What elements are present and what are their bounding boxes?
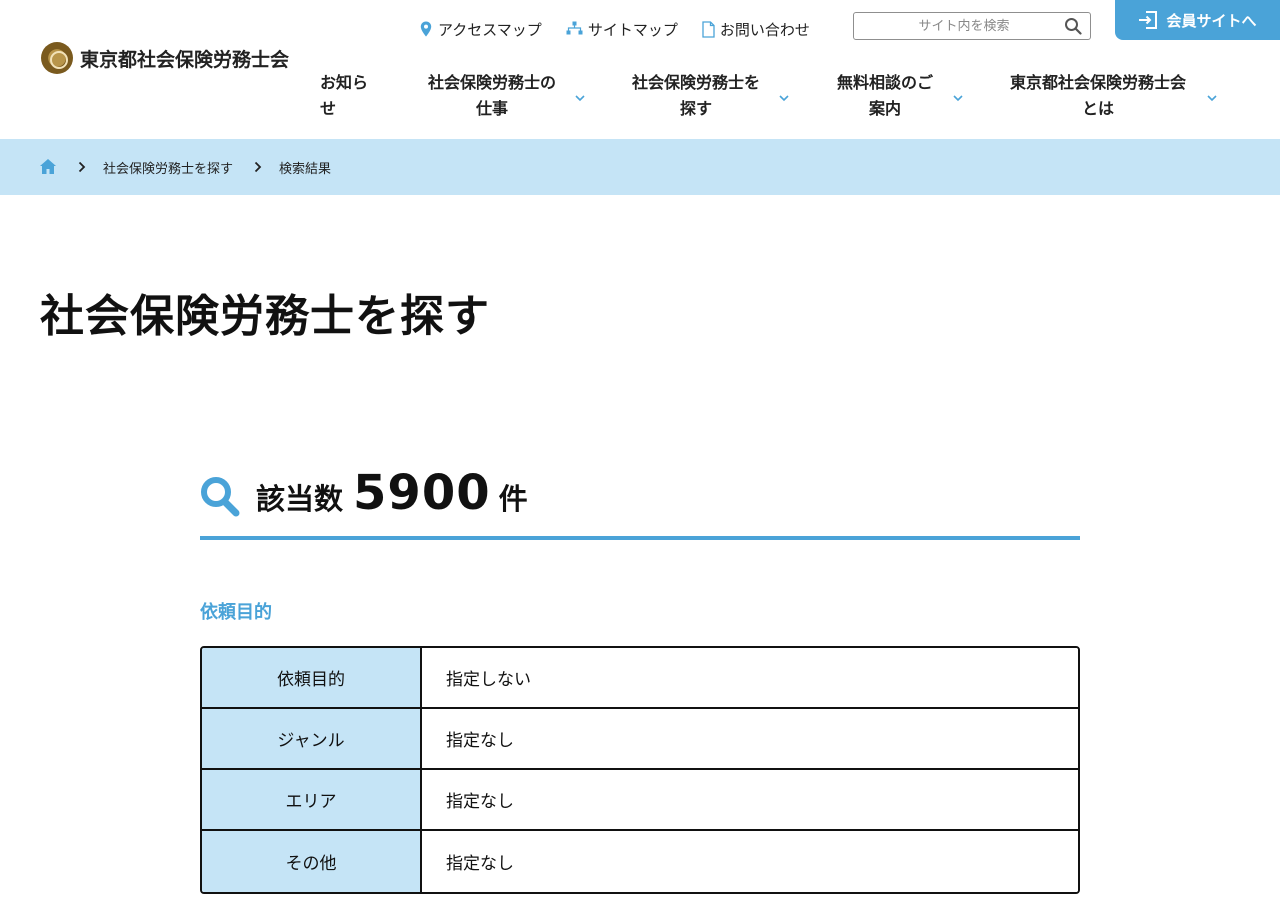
result-count-label: 該当数 xyxy=(256,482,344,516)
emblem-icon xyxy=(41,42,73,74)
table-row: エリア 指定なし xyxy=(202,770,1078,831)
nav-item-work-line2: 仕事 xyxy=(475,99,508,118)
nav-item-news[interactable]: お知ら せ xyxy=(320,70,380,122)
page-title: 社会保険労務士を探す xyxy=(40,291,490,342)
nav-item-find-line1: 社会保険労務士を xyxy=(631,73,760,92)
site-logo-text: 東京都社会保険労務士会 xyxy=(80,48,290,71)
nav-item-consultation-line1: 無料相談のご xyxy=(836,73,933,92)
nav-item-about[interactable]: 東京都社会保険労務士会 とは xyxy=(996,70,1217,122)
result-count-value: 5900 xyxy=(353,465,491,521)
search-conditions-table: 依頼目的 指定しない ジャンル 指定なし エリア 指定なし その他 指定なし xyxy=(200,646,1080,894)
search-icon[interactable] xyxy=(1064,17,1082,35)
chevron-right-icon xyxy=(253,161,263,173)
site-logo[interactable]: 東京都社会保険労務士会 xyxy=(41,42,289,74)
contact-label: お問い合わせ xyxy=(719,20,810,39)
result-count-section: 該当数 5900 件 xyxy=(200,465,1080,540)
member-site-label: 会員サイトへ xyxy=(1166,11,1257,30)
condition-value: 指定なし xyxy=(422,831,1078,892)
member-site-button[interactable]: 会員サイトへ xyxy=(1115,0,1280,40)
utility-nav: アクセスマップ サイトマップ お問い合わせ xyxy=(420,16,834,42)
table-row: 依頼目的 指定しない xyxy=(202,648,1078,709)
sitemap-label: サイトマップ xyxy=(587,20,678,39)
breadcrumb-find-link[interactable]: 社会保険労務士を探す xyxy=(103,158,233,177)
result-count-header: 該当数 5900 件 xyxy=(200,465,1080,540)
condition-key: その他 xyxy=(202,831,422,892)
nav-item-work-line1: 社会保険労務士の xyxy=(427,73,556,92)
condition-value: 指定なし xyxy=(422,770,1078,831)
nav-item-about-line2: とは xyxy=(1081,99,1114,118)
access-map-label: アクセスマップ xyxy=(438,20,542,39)
nav-item-find[interactable]: 社会保険労務士を 探す xyxy=(622,70,789,122)
conditions-section-title: 依頼目的 xyxy=(200,602,272,623)
condition-value: 指定しない xyxy=(422,648,1078,709)
breadcrumb-current: 検索結果 xyxy=(279,161,332,177)
nav-item-find-line2: 探す xyxy=(679,99,712,118)
nav-item-work[interactable]: 社会保険労務士の 仕事 xyxy=(418,70,585,122)
chevron-down-icon xyxy=(1206,86,1218,102)
site-search xyxy=(853,12,1091,40)
site-header: 東京都社会保険労務士会 アクセスマップ サイトマップ お問い合わせ サイト内を検… xyxy=(0,0,1280,139)
nav-item-about-line1: 東京都社会保険労務士会 xyxy=(1009,73,1186,92)
contact-link[interactable]: お問い合わせ xyxy=(702,19,810,40)
document-icon xyxy=(702,21,716,38)
chevron-down-icon xyxy=(952,86,964,102)
condition-key: エリア xyxy=(202,770,422,831)
condition-key: ジャンル xyxy=(202,709,422,770)
table-row: ジャンル 指定なし xyxy=(202,709,1078,770)
access-map-link[interactable]: アクセスマップ xyxy=(420,19,542,40)
nav-item-consultation[interactable]: 無料相談のご 案内 xyxy=(828,70,963,122)
map-pin-icon xyxy=(420,21,434,37)
sitemap-icon xyxy=(566,21,584,37)
chevron-down-icon xyxy=(778,86,790,102)
search-icon xyxy=(200,476,240,518)
chevron-down-icon xyxy=(574,86,586,102)
nav-item-news-line2: せ xyxy=(320,99,337,118)
condition-value: 指定なし xyxy=(422,709,1078,770)
nav-item-consultation-line2: 案内 xyxy=(868,99,901,118)
home-icon[interactable] xyxy=(39,158,57,176)
sitemap-link[interactable]: サイトマップ xyxy=(566,19,678,40)
result-count-unit: 件 xyxy=(498,482,528,516)
chevron-right-icon xyxy=(77,161,87,173)
condition-key: 依頼目的 xyxy=(202,648,422,709)
search-input[interactable] xyxy=(854,14,1054,38)
login-icon xyxy=(1138,10,1158,30)
breadcrumb: 社会保険労務士を探す 検索結果 xyxy=(0,139,1280,195)
table-row: その他 指定なし xyxy=(202,831,1078,892)
nav-item-news-line1: お知ら xyxy=(320,73,369,92)
